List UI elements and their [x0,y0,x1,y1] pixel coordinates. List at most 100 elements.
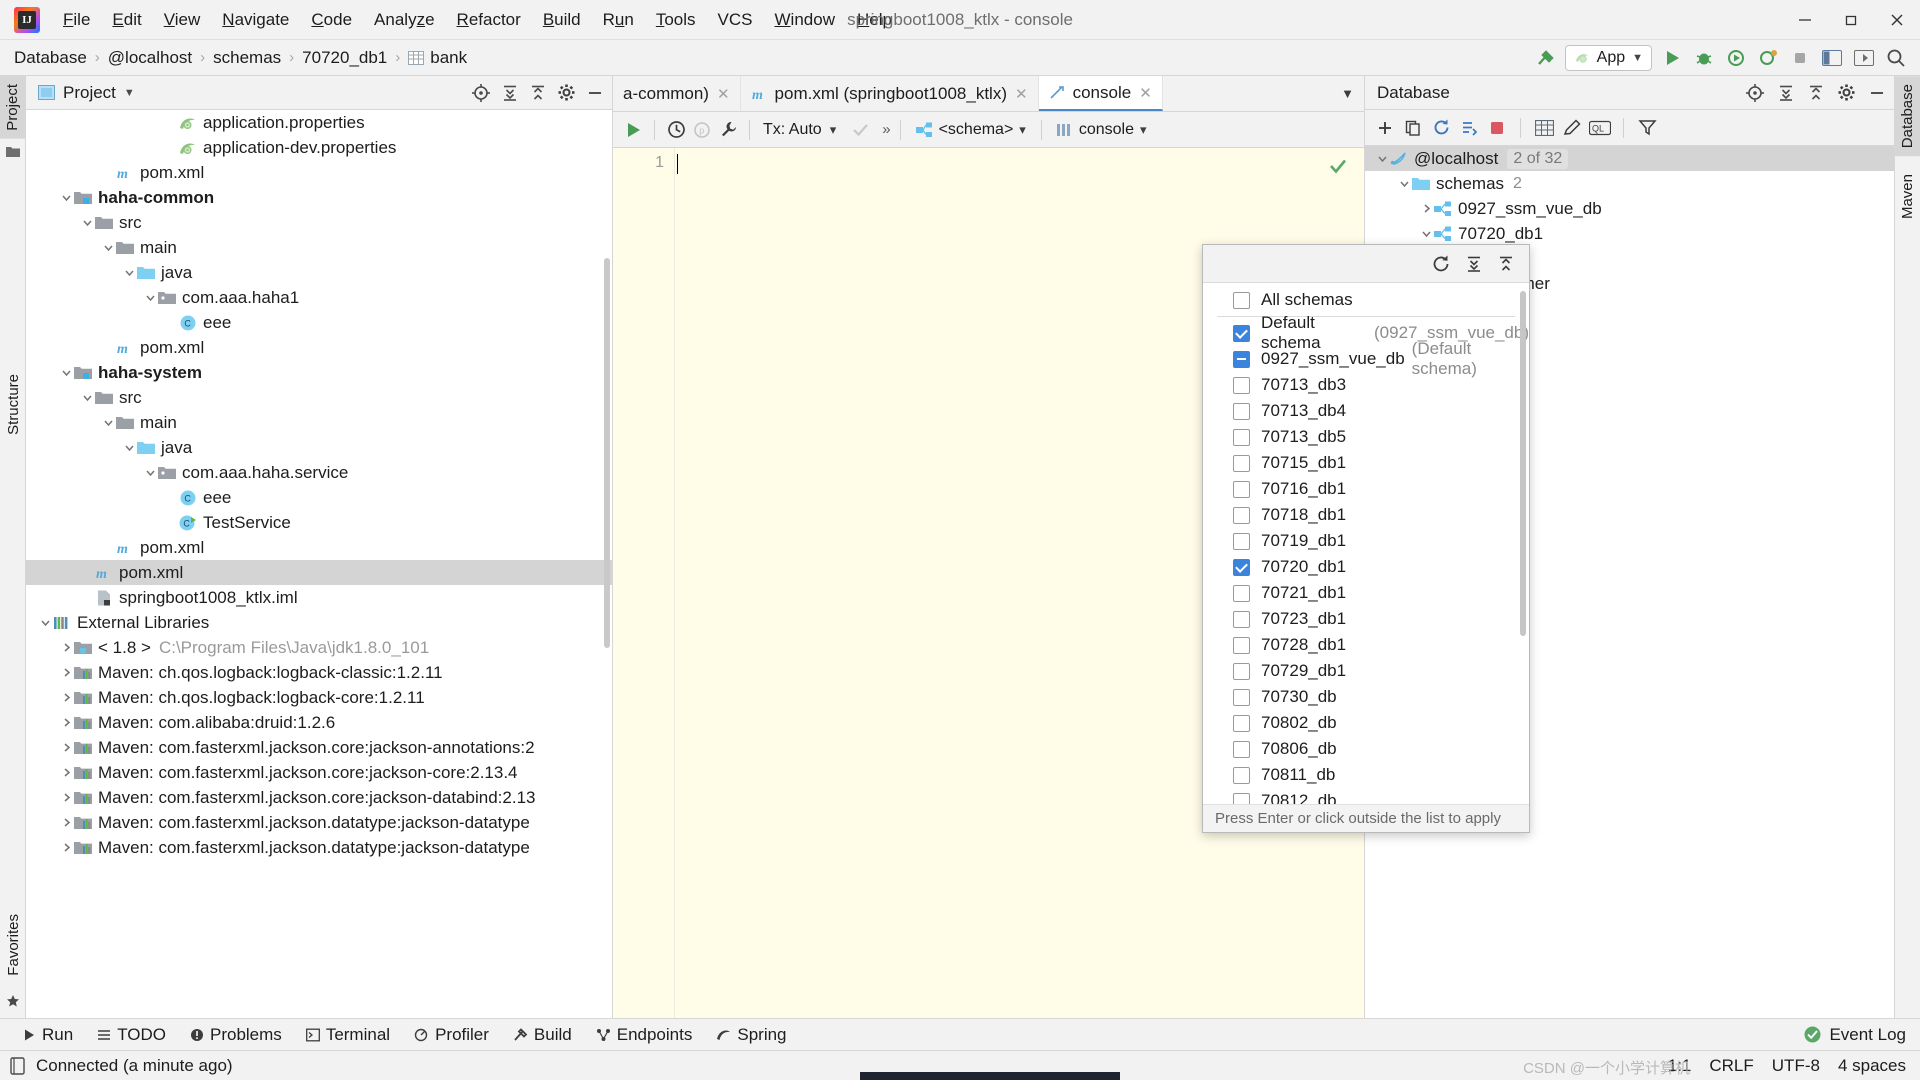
project-tree-row[interactable]: haha-common [26,185,612,210]
run-icon[interactable] [1660,46,1684,70]
chevron-down-icon[interactable] [122,267,136,278]
chevron-down-icon[interactable] [38,617,52,628]
chevron-down-icon[interactable] [101,417,115,428]
schema-list-item[interactable]: 70728_db1 [1203,632,1529,658]
schema-checkbox[interactable] [1233,740,1250,758]
sidebar-item-maven[interactable]: Maven [1895,166,1920,227]
schema-checkbox[interactable] [1233,714,1250,732]
schema-list-item[interactable]: 70806_db [1203,736,1529,762]
close-icon[interactable]: ✕ [1139,84,1152,102]
menu-navigate[interactable]: Navigate [211,6,300,34]
menu-code[interactable]: Code [300,6,363,34]
project-tree-row[interactable]: C TestService [26,510,612,535]
chevron-down-icon[interactable]: ▾ [830,122,837,138]
schema-checkbox[interactable] [1233,291,1250,309]
project-tree-row[interactable]: Maven: com.fasterxml.jackson.core:jackso… [26,760,612,785]
collapse-all-icon[interactable] [529,84,547,102]
project-tree-row[interactable]: Maven: ch.qos.logback:logback-classic:1.… [26,660,612,685]
schema-checkbox[interactable] [1233,792,1250,804]
editor-tab-a-common[interactable]: a-common) ✕ [613,76,741,111]
sidebar-item-database[interactable]: Database [1895,76,1920,157]
menu-build[interactable]: Build [532,6,592,34]
filter-icon[interactable] [1635,116,1659,140]
schema-list-item[interactable]: 70811_db [1203,762,1529,788]
schema-list-item[interactable]: 70812_db [1203,788,1529,804]
menu-edit[interactable]: Edit [101,6,152,34]
hide-panel-icon[interactable] [1868,84,1886,102]
bottom-tab-todo[interactable]: TODO [85,1025,178,1045]
menu-view[interactable]: View [153,6,212,34]
project-tree-row[interactable]: External Libraries [26,610,612,635]
close-icon[interactable]: ✕ [717,85,730,103]
chevron-right-icon[interactable] [59,817,73,828]
chevron-right-icon[interactable] [59,742,73,753]
schema-checkbox[interactable] [1233,376,1250,394]
collapse-all-icon[interactable] [1807,84,1825,102]
project-tree-row[interactable]: src [26,385,612,410]
project-tree-row[interactable]: Maven: ch.qos.logback:logback-core:1.2.1… [26,685,612,710]
project-tree-row[interactable]: m pom.xml [26,560,612,585]
bottom-tab-build[interactable]: Build [501,1025,584,1045]
schema-list-item[interactable]: 70716_db1 [1203,476,1529,502]
schema-checkbox[interactable] [1233,428,1250,446]
schema-checkbox[interactable] [1233,662,1250,680]
schema-list-item[interactable]: 70723_db1 [1203,606,1529,632]
chevron-down-icon[interactable] [101,242,115,253]
project-tree-row[interactable]: com.aaa.haha.service [26,460,612,485]
chevron-right-icon[interactable] [59,642,73,653]
refresh-icon[interactable] [1429,116,1453,140]
chevron-down-icon[interactable] [80,217,94,228]
session-selector[interactable]: console ▾ [1051,121,1153,139]
debug-icon[interactable] [1692,46,1716,70]
menu-tools[interactable]: Tools [645,6,707,34]
breadcrumb-item-schemas[interactable]: schemas [213,48,281,68]
sync-icon[interactable] [1457,116,1481,140]
chevron-right-icon[interactable] [59,792,73,803]
project-tree-row[interactable]: m pom.xml [26,535,612,560]
breadcrumb-item-table[interactable]: bank [430,48,467,68]
transaction-mode-label[interactable]: Tx: Auto [763,121,822,139]
schema-list-item[interactable]: 70721_db1 [1203,580,1529,606]
project-tree-row[interactable]: Maven: com.fasterxml.jackson.core:jackso… [26,785,612,810]
sidebar-item-project[interactable]: Project [0,76,25,139]
project-tree-row[interactable]: main [26,235,612,260]
history-icon[interactable] [664,118,688,142]
toolbar-more-icon[interactable]: » [882,121,890,138]
schema-list-item[interactable]: 70718_db1 [1203,502,1529,528]
project-tree-row[interactable]: haha-system [26,360,612,385]
popup-scrollbar[interactable] [1520,291,1526,636]
line-separator[interactable]: CRLF [1709,1056,1753,1076]
project-tree-scrollbar[interactable] [604,258,610,648]
schema-checkbox[interactable] [1233,688,1250,706]
schema-checkbox[interactable] [1233,454,1250,472]
database-tree-row[interactable]: 70720_db1 [1365,221,1894,246]
schema-checkbox[interactable] [1233,506,1250,524]
schema-list-item[interactable]: 70713_db5 [1203,424,1529,450]
bottom-tab-endpoints[interactable]: Endpoints [584,1025,705,1045]
database-tree-row[interactable]: @localhost 2 of 32 [1365,146,1894,171]
settings-gear-icon[interactable] [557,83,576,102]
project-tree-row[interactable]: java [26,260,612,285]
chevron-right-icon[interactable] [59,692,73,703]
updates-icon[interactable] [1852,46,1876,70]
file-encoding[interactable]: UTF-8 [1772,1056,1820,1076]
sidebar-item-structure[interactable]: Structure [1,366,26,443]
chevron-right-icon[interactable] [59,717,73,728]
project-tree-row[interactable]: < 1.8 > C:\Program Files\Java\jdk1.8.0_10… [26,635,612,660]
database-tree-row[interactable]: schemas 2 [1365,171,1894,196]
schema-list-item[interactable]: 70715_db1 [1203,450,1529,476]
wrench-icon[interactable] [716,118,740,142]
project-tree-row[interactable]: springboot1008_ktlx.iml [26,585,612,610]
schema-list-item[interactable]: 70730_db [1203,684,1529,710]
breadcrumb-item-host[interactable]: @localhost [108,48,192,68]
project-tree-row[interactable]: m pom.xml [26,335,612,360]
project-tree-row[interactable]: Maven: com.fasterxml.jackson.datatype:ja… [26,835,612,860]
editor-tab-console[interactable]: console ✕ [1038,76,1163,111]
schema-checkbox[interactable] [1233,324,1250,342]
schema-list-item[interactable]: All schemas [1203,287,1529,313]
chevron-down-icon[interactable] [143,467,157,478]
editor-tab-overflow-button[interactable]: ▼ [1331,76,1364,111]
sidebar-item-favorites[interactable]: Favorites [1,906,26,984]
chevron-down-icon[interactable] [1397,178,1411,189]
project-tree-row[interactable]: Ceee [26,310,612,335]
